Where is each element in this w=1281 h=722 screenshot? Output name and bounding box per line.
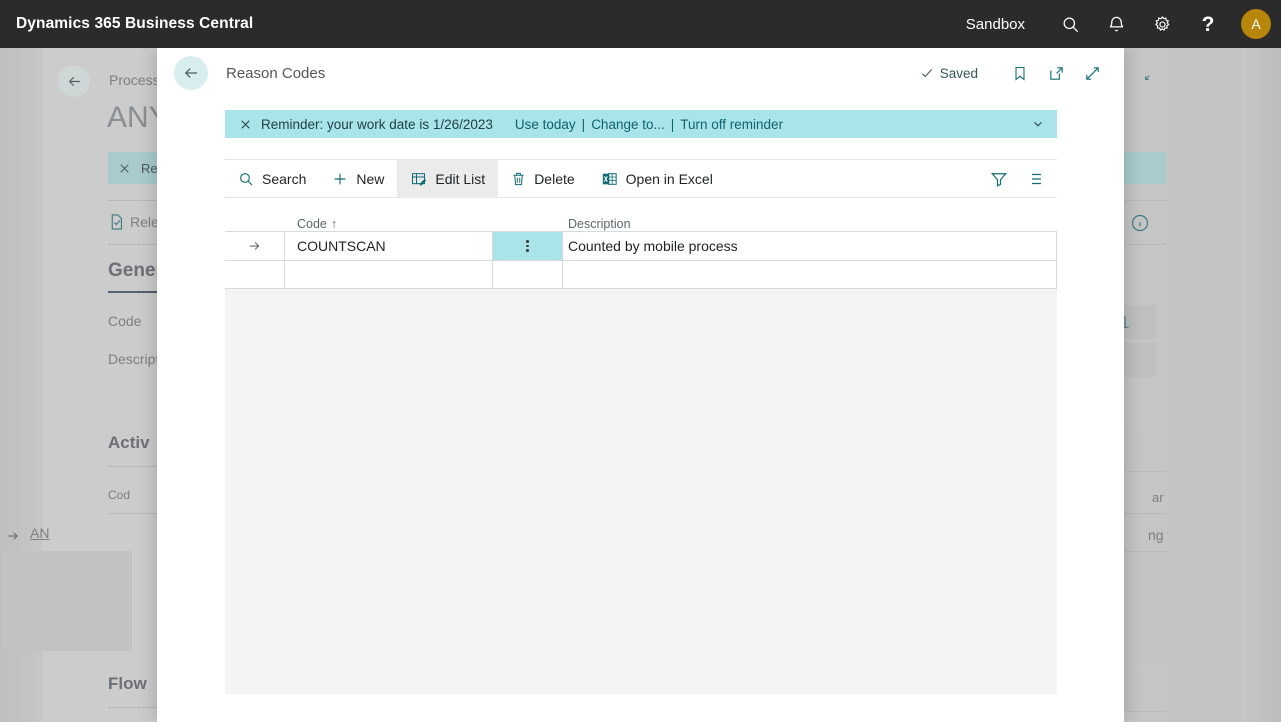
gear-icon[interactable] [1139,0,1185,48]
background-breadcrumb: Process [109,72,160,88]
search-icon[interactable] [1047,0,1093,48]
background-field-code-label: Code [108,313,142,329]
top-bar-actions: Sandbox ? A [966,0,1281,48]
dialog-title: Reason Codes [226,64,326,82]
background-release-icon [108,213,125,236]
avatar: A [1241,9,1271,39]
bookmark-icon[interactable] [1004,58,1036,88]
cell-description[interactable] [563,261,1057,288]
link-separator-1: | [581,116,586,132]
close-icon[interactable] [235,118,255,131]
change-to-link[interactable]: Change to... [591,117,665,132]
row-context-menu-button[interactable] [493,232,563,260]
background-sub-row-value: AN [30,525,50,541]
edit-list-icon [410,171,427,187]
new-button[interactable]: New [319,160,397,198]
list-icon[interactable] [1021,164,1049,194]
dialog-back-button[interactable] [174,56,208,90]
plus-icon [332,171,348,187]
link-separator-2: | [670,116,675,132]
background-section-flow: Flow [108,674,147,693]
filter-icon[interactable] [985,164,1013,194]
search-label: Search [262,170,307,187]
background-action-label: Rele [130,214,159,230]
background-section-activities: Activ [108,433,150,452]
background-sub-column-code: Cod [108,488,131,502]
background-field-description-label: Descript [108,351,160,367]
help-icon[interactable]: ? [1185,0,1231,48]
cell-code[interactable]: COUNTSCAN [285,232,493,260]
open-in-new-window-icon[interactable] [1040,58,1072,88]
environment-label: Sandbox [965,15,1025,33]
grid-body: COUNTSCAN Counted by mobile process [225,231,1057,289]
background-info-icon [1130,213,1150,238]
sort-ascending-icon: ↑ [330,217,338,231]
dialog-header-actions: Saved [920,58,1124,88]
open-in-excel-button[interactable]: Open in Excel [588,160,726,198]
row-context-menu-button[interactable] [493,261,563,288]
background-header-collapse-icon [1140,70,1155,90]
help-label: ? [1201,12,1215,36]
background-panel-1 [2,551,132,651]
edit-list-label: Edit List [435,170,486,187]
action-toolbar: Search New Edit List Delete Open in Exce… [225,159,1057,198]
saved-status: Saved [920,66,978,81]
expand-icon[interactable] [1076,58,1108,88]
chevron-down-icon[interactable] [1031,117,1045,131]
row-indicator-arrow-icon [225,232,285,260]
edit-list-button[interactable]: Edit List [397,159,499,198]
toolbar-right-actions [985,164,1057,194]
table-row[interactable] [225,260,1057,289]
background-right-label-b: ng [1148,527,1164,543]
dialog-header: Reason Codes Saved [157,48,1124,98]
top-navigation-bar: Dynamics 365 Business Central Sandbox ? [0,0,1281,48]
saved-label: Saved [939,65,978,81]
background-right-label-a: ar [1152,490,1164,505]
user-avatar-wrapper[interactable]: A [1231,0,1281,48]
app-brand-title: Dynamics 365 Business Central [16,15,254,32]
open-in-excel-label: Open in Excel [625,170,713,187]
reminder-text: Reminder: your work date is 1/26/2023 [261,116,493,132]
grid-header-code[interactable]: Code ↑ [285,217,493,231]
cell-description[interactable]: Counted by mobile process [563,232,1057,260]
turn-off-reminder-link[interactable]: Turn off reminder [680,117,783,132]
background-section-general: Gener [108,260,163,281]
background-back-button [58,65,90,97]
background-chip-label: Re [141,160,158,176]
grid-header-row: Code ↑ Description [225,207,1057,231]
reminder-bar: Reminder: your work date is 1/26/2023 Us… [225,110,1057,138]
new-label: New [356,170,385,187]
grid-header-description[interactable]: Description [563,217,1057,231]
grid-header-code-label: Code [297,217,327,231]
search-button[interactable]: Search [225,160,319,198]
trash-icon [511,171,526,187]
reason-codes-grid: Code ↑ Description COUNTSCAN Counted by m… [225,207,1057,694]
table-row[interactable]: COUNTSCAN Counted by mobile process [225,231,1057,260]
row-indicator-empty [225,261,285,288]
reminder-links: Use today | Change to... | Turn off remi… [515,117,783,132]
use-today-link[interactable]: Use today [515,117,576,132]
delete-button[interactable]: Delete [498,160,587,198]
search-icon [238,171,254,187]
delete-label: Delete [534,170,575,187]
bell-icon[interactable] [1093,0,1139,48]
excel-icon [601,171,618,187]
background-right-shade [1241,48,1281,722]
app-root: Process ANY Re Rele Gener Code 1 Descrip… [0,0,1281,722]
cell-code[interactable] [285,261,493,288]
more-options-icon [526,240,529,252]
